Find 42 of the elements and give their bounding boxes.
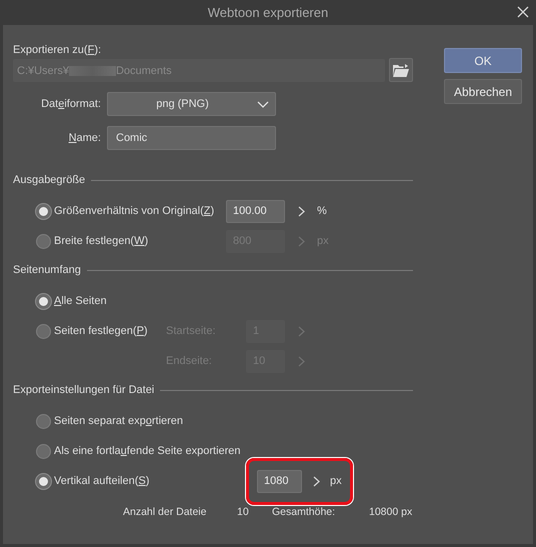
chevron-down-icon — [257, 100, 269, 108]
field-label: Name: — [68, 132, 101, 144]
chevron-icon — [298, 206, 305, 216]
section-title: Seitenumfang — [13, 264, 81, 276]
dialog-button[interactable]: Abbrechen — [444, 79, 522, 104]
unit-label: % — [317, 205, 327, 217]
radio-button[interactable] — [36, 414, 51, 428]
radio-button[interactable] — [36, 294, 51, 308]
summary-value: 10800 px — [369, 506, 412, 518]
number-field[interactable]: 100.00 — [226, 200, 285, 222]
radio-label: Seiten festlegen(P) — [54, 325, 148, 337]
browse-button[interactable] — [389, 58, 413, 82]
unit-label: px — [330, 475, 342, 487]
number-field[interactable]: 1080 — [257, 470, 302, 492]
radio-label: Seiten separat exportieren — [54, 415, 184, 427]
field-label: Dateiformat: — [40, 98, 101, 110]
radio-label: Größenverhältnis von Original(Z) — [54, 205, 214, 217]
chevron-icon — [298, 236, 305, 246]
summary-label: Gesamthöhe: — [272, 506, 336, 518]
folder-icon — [392, 62, 410, 78]
section-title: Ausgabegröße — [13, 174, 86, 186]
window-title: Webtoon exportieren — [208, 5, 328, 20]
name-field[interactable]: Comic — [107, 126, 276, 150]
dialog-button[interactable]: OK — [444, 48, 522, 73]
radio-label: Als eine fortlaufende Seite exportieren — [54, 445, 241, 457]
radio-button[interactable] — [36, 474, 51, 488]
radio-label: Alle Seiten — [54, 295, 107, 307]
chevron-icon — [313, 476, 320, 486]
radio-button[interactable] — [36, 444, 51, 458]
radio-button[interactable] — [36, 204, 51, 218]
format-dropdown[interactable]: png (PNG) — [107, 92, 276, 116]
chevron-icon — [298, 356, 305, 366]
section-title: Exporteinstellungen für Datei — [13, 384, 154, 396]
radio-button[interactable] — [36, 324, 51, 338]
summary-label: Anzahl der Dateie — [123, 506, 208, 518]
summary-value: 10 — [237, 506, 250, 518]
chevron-icon — [298, 326, 305, 336]
radio-label: Breite festlegen(W) — [54, 235, 148, 247]
redaction-blur — [68, 66, 116, 76]
field-label: Exportieren zu(F): — [13, 44, 102, 58]
radio-label: Vertikal aufteilen(S) — [54, 475, 150, 487]
close-icon[interactable] — [517, 6, 529, 18]
